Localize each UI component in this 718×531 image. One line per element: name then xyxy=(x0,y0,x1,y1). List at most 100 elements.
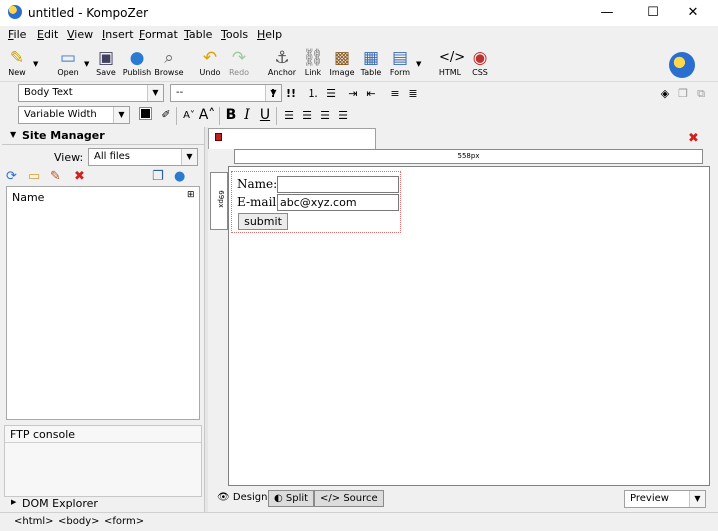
chain-link-icon: ⛓ xyxy=(302,48,324,68)
menu-file[interactable]: File xyxy=(8,28,26,41)
breadcrumb-form[interactable]: <form> xyxy=(104,516,144,527)
email-label: E-mail xyxy=(237,195,277,209)
redo-arrow-icon: ↷ xyxy=(231,48,247,68)
kompozer-globe-icon xyxy=(669,52,695,78)
site-manager-header[interactable]: ▼ Site Manager xyxy=(2,127,204,145)
new-folder-icon[interactable]: ▭ xyxy=(28,169,40,184)
view-select[interactable]: All files ▼ xyxy=(88,148,198,166)
anchor-icon: ⚓ xyxy=(274,48,290,68)
editor-scrollbar[interactable] xyxy=(710,166,718,486)
floppy-disk-icon: ▣ xyxy=(97,48,115,68)
bullet-list-icon[interactable]: ☰ xyxy=(322,85,340,103)
site-windows-icon[interactable]: ❐ xyxy=(152,169,164,184)
undo-arrow-icon: ↶ xyxy=(202,48,218,68)
html-button[interactable]: </> HTML xyxy=(433,48,467,82)
align-left-icon[interactable]: ☰ xyxy=(280,107,298,125)
italic-button[interactable]: I xyxy=(238,106,256,124)
edit-site-icon[interactable]: ✎ xyxy=(50,169,61,184)
breadcrumb-html[interactable]: <html> xyxy=(14,516,54,527)
highlight-color-icon[interactable]: ✐ xyxy=(157,106,175,124)
menu-table[interactable]: Table xyxy=(184,28,212,41)
close-window-button[interactable]: ✕ xyxy=(670,0,716,26)
menu-tools[interactable]: Tools xyxy=(221,28,248,41)
redo-button[interactable]: ↷ Redo xyxy=(222,48,256,82)
breadcrumb-body[interactable]: <body> xyxy=(58,516,100,527)
layer-icon[interactable]: ◈ xyxy=(656,85,674,103)
table-grid-icon: ▦ xyxy=(362,48,380,68)
site-files-tree[interactable]: Name ⊞ xyxy=(6,186,200,420)
save-button[interactable]: ▣ Save xyxy=(89,48,123,82)
status-bar: <html> <body> <form> xyxy=(0,512,718,531)
menu-format[interactable]: Format xyxy=(139,28,178,41)
kompozer-logo-icon xyxy=(8,5,22,19)
submit-button[interactable]: submit xyxy=(238,213,288,230)
separator xyxy=(276,107,277,125)
browse-button[interactable]: ⌕ Browse xyxy=(152,48,186,82)
justify-icon[interactable]: ☰ xyxy=(334,107,352,125)
site-globe-icon[interactable]: ● xyxy=(174,169,185,184)
text-color-swatch[interactable] xyxy=(139,107,152,120)
document-tab[interactable] xyxy=(208,128,376,149)
minimize-button[interactable]: — xyxy=(584,0,630,26)
chevron-down-icon: ▼ xyxy=(113,107,129,123)
form-window-icon: ▤ xyxy=(391,48,409,68)
tab-source[interactable]: </> Source xyxy=(314,490,384,507)
align-bottom-icon[interactable]: ≣ xyxy=(404,85,422,103)
anchor-button[interactable]: ⚓ Anchor xyxy=(265,48,299,82)
font-select[interactable]: Variable Width ▼ xyxy=(18,106,130,124)
window-title: untitled - KompoZer xyxy=(28,6,149,20)
underline-button[interactable]: U xyxy=(256,106,274,124)
email-input[interactable]: abc@xyz.com xyxy=(277,194,399,211)
form-button[interactable]: ▤ Form xyxy=(383,48,417,82)
menu-view[interactable]: View xyxy=(67,28,93,41)
menu-help[interactable]: Help xyxy=(257,28,282,41)
publish-button[interactable]: ● Publish xyxy=(120,48,154,82)
css-button[interactable]: ◉ CSS xyxy=(463,48,497,82)
source-code-icon: </> xyxy=(320,493,341,504)
close-tab-icon[interactable]: ✖ xyxy=(688,131,699,146)
new-button[interactable]: ✎ New xyxy=(0,48,34,82)
panel-splitter[interactable] xyxy=(204,127,208,515)
paragraph-style-select[interactable]: Body Text ▼ xyxy=(18,84,164,102)
align-center-icon[interactable]: ☰ xyxy=(298,107,316,125)
menu-edit[interactable]: Edit xyxy=(37,28,58,41)
eye-icon: 👁 xyxy=(217,492,230,503)
numbered-list-icon[interactable]: ⒈ xyxy=(304,85,322,103)
indent-icon[interactable]: ⇥ xyxy=(344,85,362,103)
design-canvas[interactable]: Name: E-mail abc@xyz.com submit xyxy=(228,166,710,486)
new-dropdown-icon[interactable]: ▼ xyxy=(33,60,38,68)
align-top-icon[interactable]: ≡ xyxy=(386,85,404,103)
larger-font-icon[interactable]: A˄ xyxy=(198,106,216,124)
divider xyxy=(5,442,201,443)
format-toolbar-2: Variable Width ▼ ✐ A˅ A˄ B I U ☰ ☰ ☰ ☰ xyxy=(0,105,718,127)
globe-publish-icon: ● xyxy=(129,48,145,68)
picture-icon: ▩ xyxy=(333,48,351,68)
column-picker-icon[interactable]: ⊞ xyxy=(187,190,195,200)
magnifier-icon: ⌕ xyxy=(164,48,174,68)
open-button[interactable]: ▭ Open xyxy=(51,48,85,82)
new-page-icon: ✎ xyxy=(9,48,25,68)
outdent-icon[interactable]: ⇤ xyxy=(362,85,380,103)
form-dropdown-icon[interactable]: ▼ xyxy=(416,60,421,68)
strong-button[interactable]: !! xyxy=(282,85,300,103)
menu-bar: File Edit View Insert Format Table Tools… xyxy=(0,26,718,46)
split-view-icon: ◐ xyxy=(274,493,283,504)
preview-select[interactable]: Preview ▼ xyxy=(624,490,706,508)
highlight-button[interactable]: ! xyxy=(264,85,282,103)
smaller-font-icon[interactable]: A˅ xyxy=(180,107,198,125)
name-column-header[interactable]: Name xyxy=(12,191,44,204)
view-label: View: xyxy=(54,151,84,164)
name-input[interactable] xyxy=(277,176,399,193)
layer-position-icon[interactable]: ⧉ xyxy=(692,85,710,103)
align-right-icon[interactable]: ☰ xyxy=(316,107,334,125)
separator xyxy=(176,107,177,125)
refresh-icon[interactable]: ⟳ xyxy=(6,169,17,184)
layer-stack-icon[interactable]: ❐ xyxy=(674,85,692,103)
tab-design[interactable]: 👁 Design xyxy=(212,490,272,507)
menu-insert[interactable]: Insert xyxy=(102,28,134,41)
delete-icon[interactable]: ✖ xyxy=(74,169,85,184)
html-tag-icon: </> xyxy=(439,50,466,65)
tab-split[interactable]: ◐ Split xyxy=(268,490,315,507)
chevron-down-icon: ▼ xyxy=(147,85,163,101)
collapse-arrow-icon: ▼ xyxy=(10,130,17,139)
